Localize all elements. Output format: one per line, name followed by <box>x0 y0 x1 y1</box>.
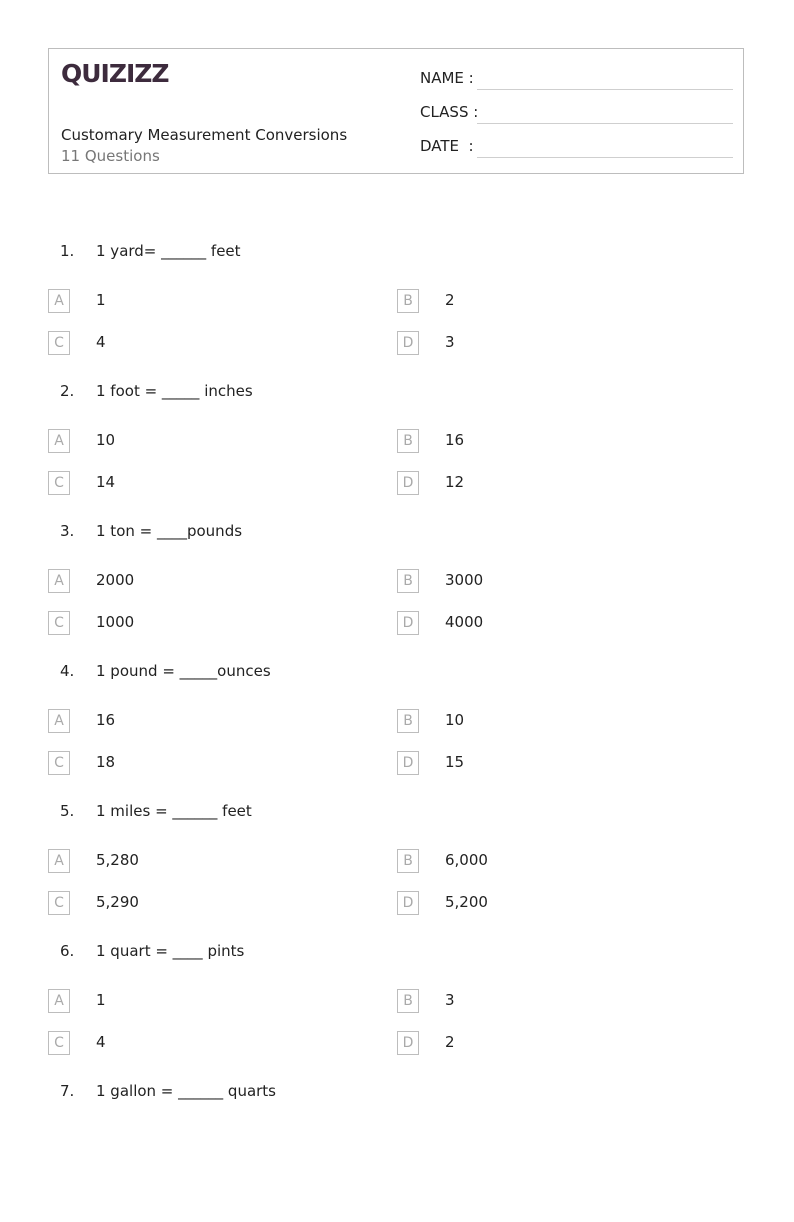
question-text: 1 pound = _____ounces <box>96 662 271 680</box>
option-letter-box[interactable]: D <box>397 751 419 775</box>
question-number: 4. <box>60 662 75 680</box>
question-item: 5. 1 miles = ______ feet A 5,280 B 6,000 C 5,29… <box>0 802 794 942</box>
question-text: 1 gallon = ______ quarts <box>96 1082 276 1100</box>
question-item: 4. 1 pound = _____ounces A 16 B 10 C 18 D 15 <box>0 662 794 802</box>
question-number: 5. <box>60 802 75 820</box>
option-letter-box[interactable]: A <box>48 849 70 873</box>
option-text: 3000 <box>445 571 484 589</box>
question-item: 7. 1 gallon = ______ quarts <box>0 1082 794 1222</box>
option-letter-box[interactable]: B <box>397 289 419 313</box>
question-text: 1 ton = ____pounds <box>96 522 243 540</box>
question-text: 1 miles = ______ feet <box>96 802 252 820</box>
option-text: 1 <box>96 291 106 309</box>
question-text: 1 quart = ____ pints <box>96 942 245 960</box>
option-letter-box[interactable]: A <box>48 429 70 453</box>
option-text: 1000 <box>96 613 135 631</box>
option-text: 6,000 <box>445 851 488 869</box>
question-number: 1. <box>60 242 75 260</box>
option-text: 2000 <box>96 571 135 589</box>
option-letter-box[interactable]: C <box>48 1031 70 1055</box>
option-text: 3 <box>445 333 455 351</box>
option-letter-box[interactable]: D <box>397 891 419 915</box>
question-item: 1. 1 yard= ______ feet A 1 B 2 C 4 D 3 <box>0 242 794 382</box>
option-text: 4000 <box>445 613 484 631</box>
question-number: 7. <box>60 1082 75 1100</box>
option-letter-box[interactable]: D <box>397 1031 419 1055</box>
option-letter-box[interactable]: D <box>397 331 419 355</box>
option-text: 1 <box>96 991 106 1009</box>
option-letter-box[interactable]: B <box>397 989 419 1013</box>
option-letter-box[interactable]: C <box>48 331 70 355</box>
option-text: 16 <box>96 711 116 729</box>
question-text: 1 foot = _____ inches <box>96 382 253 400</box>
option-letter-box[interactable]: C <box>48 471 70 495</box>
option-letter-box[interactable]: B <box>397 429 419 453</box>
date-label: DATE : <box>420 137 474 155</box>
option-text: 4 <box>96 333 106 351</box>
option-text: 10 <box>445 711 465 729</box>
name-label: NAME : <box>420 69 474 87</box>
option-letter-box[interactable]: B <box>397 569 419 593</box>
class-label: CLASS : <box>420 103 479 121</box>
question-item: 3. 1 ton = ____pounds A 2000 B 3000 C 1000 D 4000 <box>0 522 794 662</box>
option-letter-box[interactable]: A <box>48 569 70 593</box>
option-letter-box[interactable]: A <box>48 289 70 313</box>
option-text: 15 <box>445 753 465 771</box>
option-letter-box[interactable]: A <box>48 709 70 733</box>
option-text: 3 <box>445 991 455 1009</box>
option-text: 14 <box>96 473 116 491</box>
option-text: 16 <box>445 431 465 449</box>
option-text: 12 <box>445 473 465 491</box>
question-item: 6. 1 quart = ____ pints A 1 B 3 C 4 D 2 <box>0 942 794 1082</box>
class-field[interactable] <box>477 123 733 124</box>
option-letter-box[interactable]: D <box>397 471 419 495</box>
option-text: 5,200 <box>445 893 488 911</box>
option-letter-box[interactable]: C <box>48 891 70 915</box>
option-text: 5,280 <box>96 851 139 869</box>
question-item: 2. 1 foot = _____ inches A 10 B 16 C 14 D 12 <box>0 382 794 522</box>
question-number: 2. <box>60 382 75 400</box>
option-text: 2 <box>445 1033 455 1051</box>
option-letter-box[interactable]: D <box>397 611 419 635</box>
date-field[interactable] <box>477 157 733 158</box>
question-number: 3. <box>60 522 75 540</box>
option-letter-box[interactable]: C <box>48 751 70 775</box>
option-text: 4 <box>96 1033 106 1051</box>
quizizz-logo: QUIZIZZ <box>61 59 170 88</box>
worksheet-title: Customary Measurement Conversions <box>61 126 348 144</box>
question-text: 1 yard= ______ feet <box>96 242 241 260</box>
option-text: 5,290 <box>96 893 139 911</box>
option-text: 2 <box>445 291 455 309</box>
option-letter-box[interactable]: C <box>48 611 70 635</box>
question-count: 11 Questions <box>61 147 160 165</box>
option-letter-box[interactable]: B <box>397 849 419 873</box>
worksheet-header: QUIZIZZ Customary Measurement Conversion… <box>48 48 744 174</box>
option-text: 18 <box>96 753 116 771</box>
name-field[interactable] <box>477 89 733 90</box>
question-number: 6. <box>60 942 75 960</box>
option-letter-box[interactable]: A <box>48 989 70 1013</box>
option-letter-box[interactable]: B <box>397 709 419 733</box>
option-text: 10 <box>96 431 116 449</box>
